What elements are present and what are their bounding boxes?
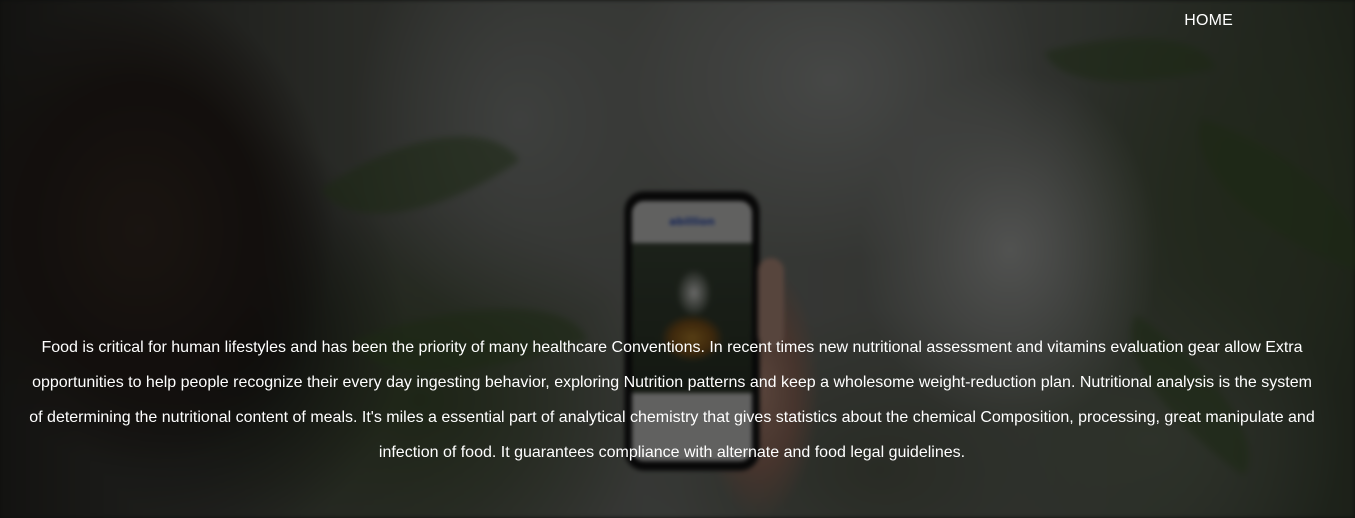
hero-content: Food is critical for human lifestyles an… bbox=[24, 330, 1320, 470]
hero-section: abillion HOME Food is critical for human… bbox=[0, 0, 1355, 518]
hero-description: Food is critical for human lifestyles an… bbox=[29, 339, 1315, 461]
nav-home-link[interactable]: HOME bbox=[1184, 12, 1233, 29]
top-navigation: HOME bbox=[1184, 12, 1233, 30]
